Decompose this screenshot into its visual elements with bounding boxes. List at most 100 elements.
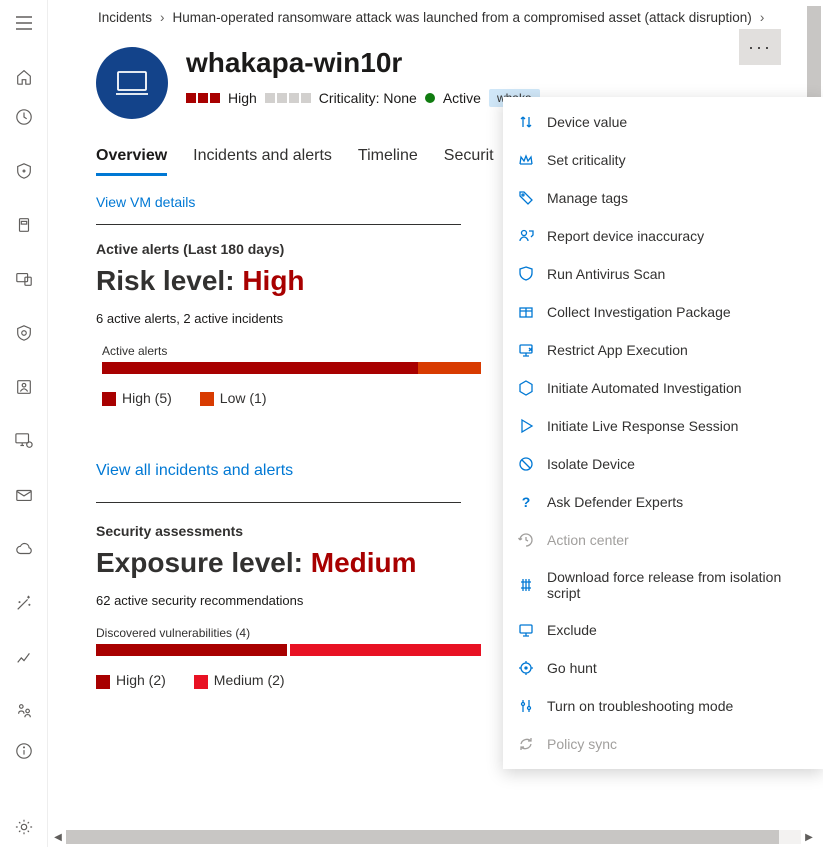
tag-icon: [517, 189, 535, 207]
menu-download-script[interactable]: Download force release from isolation sc…: [503, 559, 823, 611]
feedback-icon: [517, 227, 535, 245]
vuln-bar-chart: [96, 644, 481, 656]
endpoint-icon[interactable]: [0, 421, 48, 461]
swatch-icon: [194, 675, 208, 689]
mail-icon[interactable]: [0, 475, 48, 515]
settings-icon[interactable]: [0, 807, 48, 847]
menu-label: Manage tags: [547, 190, 628, 206]
block-icon: [517, 455, 535, 473]
menu-live-response[interactable]: Initiate Live Response Session: [503, 407, 823, 445]
main-content: Incidents › Human-operated ransomware at…: [48, 0, 823, 827]
legend-high-label: High (5): [122, 390, 172, 406]
bar-segment-high: [96, 644, 287, 656]
risk-level-prefix: Risk level:: [96, 265, 242, 296]
breadcrumb-root[interactable]: Incidents: [98, 10, 152, 25]
view-all-incidents-link[interactable]: View all incidents and alerts: [96, 462, 461, 503]
scroll-left-icon[interactable]: ◀: [50, 829, 66, 845]
swatch-icon: [102, 392, 116, 406]
legend-high: High (2): [96, 672, 166, 688]
status-label: Active: [443, 90, 481, 106]
cloud-icon[interactable]: [0, 529, 48, 569]
menu-policy-sync: Policy sync: [503, 725, 823, 763]
exposure-level-value: Medium: [311, 547, 417, 578]
menu-action-center: Action center: [503, 521, 823, 559]
menu-go-hunt[interactable]: Go hunt: [503, 649, 823, 687]
menu-label: Device value: [547, 114, 627, 130]
history-icon: [517, 531, 535, 549]
menu-troubleshooting[interactable]: Turn on troubleshooting mode: [503, 687, 823, 725]
shield-settings-icon[interactable]: [0, 313, 48, 353]
actions-dropdown: Device value Set criticality Manage tags…: [503, 97, 823, 769]
menu-investigation-pkg[interactable]: Collect Investigation Package: [503, 293, 823, 331]
menu-label: Isolate Device: [547, 456, 635, 472]
menu-label: Ask Defender Experts: [547, 494, 683, 510]
menu-label: Initiate Automated Investigation: [547, 380, 742, 396]
menu-label: Report device inaccuracy: [547, 228, 704, 244]
menu-label: Set criticality: [547, 152, 626, 168]
tools-icon: [517, 697, 535, 715]
sync-icon: [517, 735, 535, 753]
contact-icon[interactable]: [0, 367, 48, 407]
device-name: whakapa-win10r: [186, 47, 540, 79]
package-icon: [517, 303, 535, 321]
left-nav: [0, 0, 48, 847]
menu-label: Run Antivirus Scan: [547, 266, 665, 282]
tab-overview[interactable]: Overview: [96, 147, 167, 176]
breadcrumb: Incidents › Human-operated ransomware at…: [88, 0, 823, 29]
criticality-indicator-icon: [265, 93, 311, 103]
hamburger-icon[interactable]: [0, 3, 48, 43]
devices-icon[interactable]: [0, 259, 48, 299]
crown-icon: [517, 151, 535, 169]
legend-high: High (5): [102, 390, 172, 406]
menu-exclude[interactable]: Exclude: [503, 611, 823, 649]
menu-label: Action center: [547, 532, 629, 548]
hexagon-icon: [517, 379, 535, 397]
learning-icon[interactable]: [0, 691, 48, 731]
swatch-icon: [200, 392, 214, 406]
scrollbar-track[interactable]: [66, 830, 801, 844]
legend-medium: Medium (2): [194, 672, 285, 688]
bar-segment-medium: [290, 644, 481, 656]
scroll-right-icon[interactable]: ▶: [801, 829, 817, 845]
menu-set-criticality[interactable]: Set criticality: [503, 141, 823, 179]
legend-medium-label: Medium (2): [214, 672, 285, 688]
menu-label: Policy sync: [547, 736, 617, 752]
criticality-label: Criticality: None: [319, 90, 417, 106]
app-icon[interactable]: [0, 205, 48, 245]
horizontal-scrollbar[interactable]: ◀ ▶: [50, 829, 817, 845]
sort-icon: [517, 113, 535, 131]
tab-security[interactable]: Securit: [444, 147, 494, 176]
breadcrumb-incident[interactable]: Human-operated ransomware attack was lau…: [173, 10, 752, 25]
tab-incidents[interactable]: Incidents and alerts: [193, 147, 332, 176]
menu-label: Restrict App Execution: [547, 342, 688, 358]
info-icon[interactable]: [0, 731, 48, 771]
legend-low: Low (1): [200, 390, 267, 406]
question-icon: ?: [517, 493, 535, 511]
menu-ask-experts[interactable]: ? Ask Defender Experts: [503, 483, 823, 521]
bar-segment-low: [418, 362, 481, 374]
shield-icon[interactable]: [0, 151, 48, 191]
menu-label: Go hunt: [547, 660, 597, 676]
reports-icon[interactable]: [0, 637, 48, 677]
menu-auto-investigation[interactable]: Initiate Automated Investigation: [503, 369, 823, 407]
menu-isolate[interactable]: Isolate Device: [503, 445, 823, 483]
risk-label: High: [228, 90, 257, 106]
menu-antivirus[interactable]: Run Antivirus Scan: [503, 255, 823, 293]
view-vm-link[interactable]: View VM details: [96, 194, 461, 225]
menu-device-value[interactable]: Device value: [503, 103, 823, 141]
tab-timeline[interactable]: Timeline: [358, 147, 418, 176]
menu-manage-tags[interactable]: Manage tags: [503, 179, 823, 217]
more-actions-button[interactable]: ···: [739, 29, 781, 65]
legend-low-label: Low (1): [220, 390, 267, 406]
scrollbar-thumb[interactable]: [66, 830, 779, 844]
alerts-bar-chart: [102, 362, 481, 374]
risk-level-value: High: [242, 265, 304, 296]
device-avatar: [96, 47, 168, 119]
menu-label: Initiate Live Response Session: [547, 418, 738, 434]
shield-icon: [517, 265, 535, 283]
menu-report-inaccuracy[interactable]: Report device inaccuracy: [503, 217, 823, 255]
wand-icon[interactable]: [0, 583, 48, 623]
clock-icon[interactable]: [0, 97, 48, 137]
home-icon[interactable]: [0, 57, 48, 97]
menu-restrict-app[interactable]: Restrict App Execution: [503, 331, 823, 369]
